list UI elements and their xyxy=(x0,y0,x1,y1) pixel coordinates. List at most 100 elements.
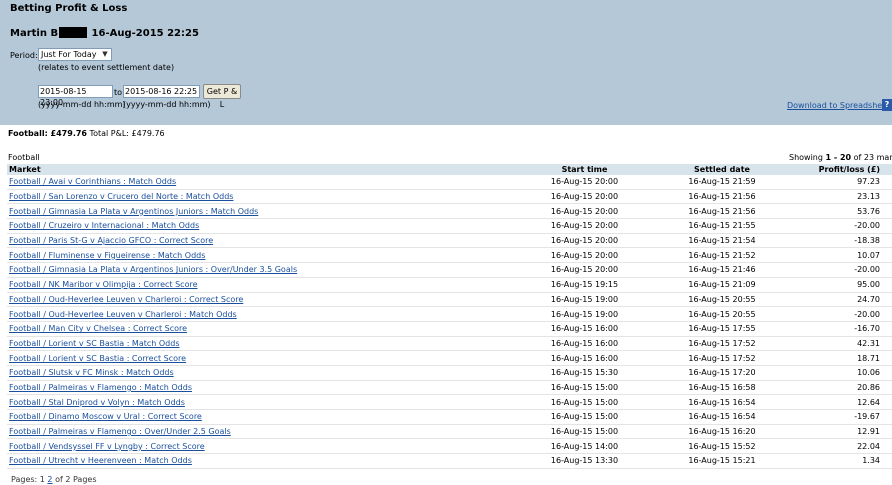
start-time-cell: 16-Aug-15 20:00 xyxy=(507,189,662,205)
market-cell: Football / Dinamo Moscow v Ural : Correc… xyxy=(7,409,507,425)
pl-table: Market Start time Settled date Profit/lo… xyxy=(7,164,892,469)
pager-page-2-link[interactable]: 2 xyxy=(47,475,52,484)
pager: Pages: 1 2 of 2 Pages xyxy=(11,475,96,484)
market-cell: Football / Palmeiras v Flamengo : Match … xyxy=(7,380,507,396)
start-time-cell: 16-Aug-15 16:00 xyxy=(507,321,662,337)
profit-loss-cell: 1.34 xyxy=(782,453,892,469)
table-row: Football / Palmeiras v Flamengo : Match … xyxy=(7,380,892,396)
market-link[interactable]: Football / Paris St-G v Ajaccio GFCO : C… xyxy=(9,236,213,245)
table-row: Football / Paris St-G v Ajaccio GFCO : C… xyxy=(7,233,892,249)
settled-date-cell: 16-Aug-15 21:59 xyxy=(662,175,782,190)
market-link[interactable]: Football / Dinamo Moscow v Ural : Correc… xyxy=(9,412,202,421)
table-header-row: Market Start time Settled date Profit/lo… xyxy=(7,164,892,175)
pl-summary: Football: £479.76 Total P&L: £479.76 xyxy=(8,129,165,138)
market-cell: Football / Gimnasia La Plata v Argentino… xyxy=(7,262,507,278)
market-link[interactable]: Football / Stal Dniprod v Volyn : Match … xyxy=(9,398,185,407)
settled-date-cell: 16-Aug-15 15:21 xyxy=(662,453,782,469)
settled-date-cell: 16-Aug-15 20:55 xyxy=(662,292,782,308)
market-cell: Football / Gimnasia La Plata v Argentino… xyxy=(7,203,507,220)
start-time-cell: 16-Aug-15 20:00 xyxy=(507,262,662,278)
market-link[interactable]: Football / Oud-Heverlee Leuven v Charler… xyxy=(9,295,243,304)
profit-loss-cell: 10.07 xyxy=(782,247,892,264)
pager-prefix: Pages: xyxy=(11,475,38,484)
profit-loss-cell: 22.04 xyxy=(782,438,892,455)
settled-date-cell: 16-Aug-15 15:52 xyxy=(662,438,782,455)
column-header-start-time[interactable]: Start time xyxy=(507,164,662,175)
profit-loss-cell: -16.70 xyxy=(782,321,892,337)
start-time-cell: 16-Aug-15 19:00 xyxy=(507,306,662,322)
user-name: Martin B xyxy=(10,28,59,39)
market-link[interactable]: Football / Avai v Corinthians : Match Od… xyxy=(9,177,176,186)
settled-date-cell: 16-Aug-15 21:56 xyxy=(662,189,782,205)
settled-date-cell: 16-Aug-15 21:52 xyxy=(662,247,782,264)
market-cell: Football / Paris St-G v Ajaccio GFCO : C… xyxy=(7,233,507,249)
market-link[interactable]: Football / Slutsk v FC Minsk : Match Odd… xyxy=(9,368,174,377)
market-link[interactable]: Football / Palmeiras v Flamengo : Over/U… xyxy=(9,427,231,436)
settled-date-cell: 16-Aug-15 16:58 xyxy=(662,380,782,396)
settled-date-cell: 16-Aug-15 21:55 xyxy=(662,218,782,234)
profit-loss-cell: -18.38 xyxy=(782,233,892,249)
start-time-cell: 16-Aug-15 15:30 xyxy=(507,365,662,381)
column-header-market[interactable]: Market xyxy=(7,164,507,175)
market-link[interactable]: Football / Man City v Chelsea : Correct … xyxy=(9,324,187,333)
market-link[interactable]: Football / Gimnasia La Plata v Argentino… xyxy=(9,207,258,216)
period-select-value: Just For Today xyxy=(41,50,97,59)
profit-loss-cell: 10.06 xyxy=(782,365,892,381)
table-row: Football / Gimnasia La Plata v Argentino… xyxy=(7,203,892,220)
section-label: Football xyxy=(8,153,40,162)
market-link[interactable]: Football / Vendsyssel FF v Lyngby : Corr… xyxy=(9,442,205,451)
market-cell: Football / Fluminense v Figueirense : Ma… xyxy=(7,247,507,264)
table-row: Football / Palmeiras v Flamengo : Over/U… xyxy=(7,424,892,440)
profit-loss-cell: -20.00 xyxy=(782,306,892,322)
market-link[interactable]: Football / Lorient v SC Bastia : Correct… xyxy=(9,354,186,363)
column-header-profit-loss[interactable]: Profit/loss (£) xyxy=(782,164,892,175)
table-row: Football / San Lorenzo v Crucero del Nor… xyxy=(7,189,892,205)
table-row: Football / NK Maribor v Olimpija : Corre… xyxy=(7,277,892,293)
get-pl-button[interactable]: Get P & L xyxy=(203,84,241,109)
start-time-cell: 16-Aug-15 19:00 xyxy=(507,292,662,308)
to-date-input[interactable]: 2015-08-16 22:25 xyxy=(123,85,200,98)
period-select[interactable]: Just For Today ▼ xyxy=(38,48,112,61)
column-header-settled-date[interactable]: Settled date xyxy=(662,164,782,175)
table-row: Football / Man City v Chelsea : Correct … xyxy=(7,321,892,337)
market-link[interactable]: Football / Utrecht v Heerenveen : Match … xyxy=(9,456,192,465)
from-date-input[interactable]: 2015-08-15 23:00 xyxy=(38,85,113,107)
start-time-cell: 16-Aug-15 15:00 xyxy=(507,380,662,396)
report-datetime: 16-Aug-2015 22:25 xyxy=(91,28,199,39)
profit-loss-cell: -19.67 xyxy=(782,409,892,425)
market-link[interactable]: Football / Palmeiras v Flamengo : Match … xyxy=(9,383,192,392)
market-link[interactable]: Football / NK Maribor v Olimpija : Corre… xyxy=(9,280,198,289)
settled-date-cell: 16-Aug-15 17:55 xyxy=(662,321,782,337)
header-panel: Betting Profit & Loss Martin B 16-Aug-20… xyxy=(0,0,892,125)
download-spreadsheet-link[interactable]: Download to Spreadsheet xyxy=(787,101,890,110)
total-pl-value: £479.76 xyxy=(131,129,165,138)
market-link[interactable]: Football / Gimnasia La Plata v Argentino… xyxy=(9,265,297,274)
period-note: (relates to event settlement date) xyxy=(38,63,175,72)
football-total: Football: £479.76 xyxy=(8,129,87,138)
showing-count: Showing 1 - 20 of 23 market xyxy=(789,153,892,162)
market-link[interactable]: Football / Fluminense v Figueirense : Ma… xyxy=(9,251,205,260)
market-link[interactable]: Football / San Lorenzo v Crucero del Nor… xyxy=(9,192,233,201)
start-time-cell: 16-Aug-15 15:00 xyxy=(507,394,662,410)
settled-date-cell: 16-Aug-15 21:09 xyxy=(662,277,782,293)
settled-date-cell: 16-Aug-15 21:56 xyxy=(662,203,782,220)
table-row: Football / Stal Dniprod v Volyn : Match … xyxy=(7,394,892,410)
market-link[interactable]: Football / Lorient v SC Bastia : Match O… xyxy=(9,339,180,348)
start-time-cell: 16-Aug-15 20:00 xyxy=(507,218,662,234)
market-link[interactable]: Football / Oud-Heverlee Leuven v Charler… xyxy=(9,310,237,319)
settled-date-cell: 16-Aug-15 21:54 xyxy=(662,233,782,249)
settled-date-cell: 16-Aug-15 16:54 xyxy=(662,409,782,425)
showing-suffix: of 23 market xyxy=(853,153,892,162)
chevron-down-icon: ▼ xyxy=(102,50,108,58)
profit-loss-cell: 53.76 xyxy=(782,203,892,220)
help-icon[interactable]: ? xyxy=(882,99,892,111)
market-cell: Football / Oud-Heverlee Leuven v Charler… xyxy=(7,292,507,308)
profit-loss-cell: 12.91 xyxy=(782,424,892,440)
table-row: Football / Vendsyssel FF v Lyngby : Corr… xyxy=(7,438,892,455)
settled-date-cell: 16-Aug-15 16:54 xyxy=(662,394,782,410)
profit-loss-cell: 18.71 xyxy=(782,350,892,366)
start-time-cell: 16-Aug-15 14:00 xyxy=(507,438,662,455)
table-row: Football / Gimnasia La Plata v Argentino… xyxy=(7,262,892,278)
showing-range: 1 - 20 xyxy=(825,153,852,162)
market-link[interactable]: Football / Cruzeiro v Internacional : Ma… xyxy=(9,221,199,230)
